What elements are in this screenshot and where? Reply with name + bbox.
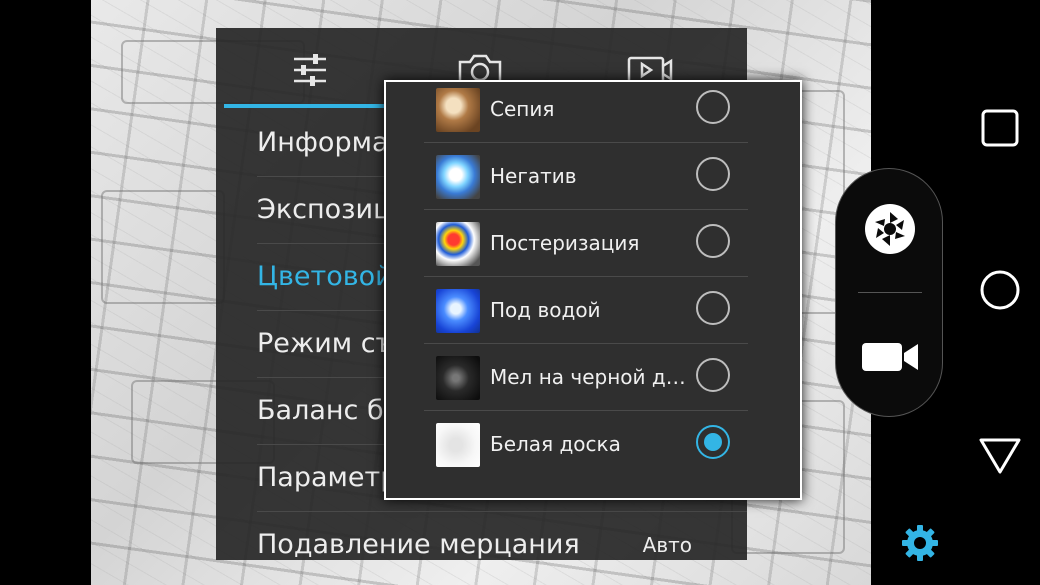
posterize-thumbnail xyxy=(436,222,480,266)
back-icon xyxy=(979,438,1021,474)
effect-option-negative[interactable]: Негатив xyxy=(424,143,748,210)
home-button[interactable] xyxy=(970,260,1030,320)
settings-button[interactable] xyxy=(895,518,945,568)
effect-option-label: Под водой xyxy=(490,298,601,322)
menu-item-antiflicker[interactable]: Подавление мерцания Авто xyxy=(257,512,747,560)
back-button[interactable] xyxy=(970,425,1030,485)
aqua-thumbnail xyxy=(436,289,480,333)
home-icon xyxy=(980,270,1020,310)
radio-button[interactable] xyxy=(696,157,730,191)
radio-button[interactable] xyxy=(696,358,730,392)
effect-option-posterize[interactable]: Постеризация xyxy=(424,210,748,277)
shutter-button[interactable] xyxy=(860,199,920,259)
effect-option-aqua[interactable]: Под водой xyxy=(424,277,748,344)
effect-option-label: Мел на черной доске xyxy=(490,365,695,389)
effect-option-label: Белая доска xyxy=(490,432,621,456)
recents-icon xyxy=(981,109,1019,147)
effect-option-label: Сепия xyxy=(490,97,555,121)
divider xyxy=(858,292,922,293)
radio-button[interactable] xyxy=(696,224,730,258)
radio-button[interactable] xyxy=(696,90,730,124)
menu-item-value: Авто xyxy=(642,533,692,557)
sliders-icon xyxy=(294,54,326,86)
radio-button[interactable] xyxy=(696,291,730,325)
gear-icon xyxy=(902,525,938,561)
scene-shape xyxy=(101,190,225,304)
effect-option-blackboard[interactable]: Мел на черной доске xyxy=(424,344,748,411)
tab-general[interactable] xyxy=(280,46,340,94)
effect-option-label: Постеризация xyxy=(490,231,640,255)
tab-indicator xyxy=(224,104,392,108)
whiteboard-thumbnail xyxy=(436,423,480,467)
capture-controls xyxy=(835,168,943,417)
aperture-icon xyxy=(865,204,915,254)
color-effect-dialog: Сепия Негатив Постеризация Под водой Мел… xyxy=(384,80,802,500)
blackboard-thumbnail xyxy=(436,356,480,400)
menu-item-label: Подавление мерцания xyxy=(257,529,580,560)
record-video-button[interactable] xyxy=(860,327,920,387)
radio-button-selected[interactable] xyxy=(696,425,730,459)
negative-thumbnail xyxy=(436,155,480,199)
effect-option-whiteboard[interactable]: Белая доска xyxy=(424,411,748,477)
effect-option-label: Негатив xyxy=(490,164,577,188)
effect-option-sepia[interactable]: Сепия xyxy=(424,82,748,143)
video-camera-icon xyxy=(862,343,918,371)
recents-button[interactable] xyxy=(970,98,1030,158)
sepia-thumbnail xyxy=(436,88,480,132)
